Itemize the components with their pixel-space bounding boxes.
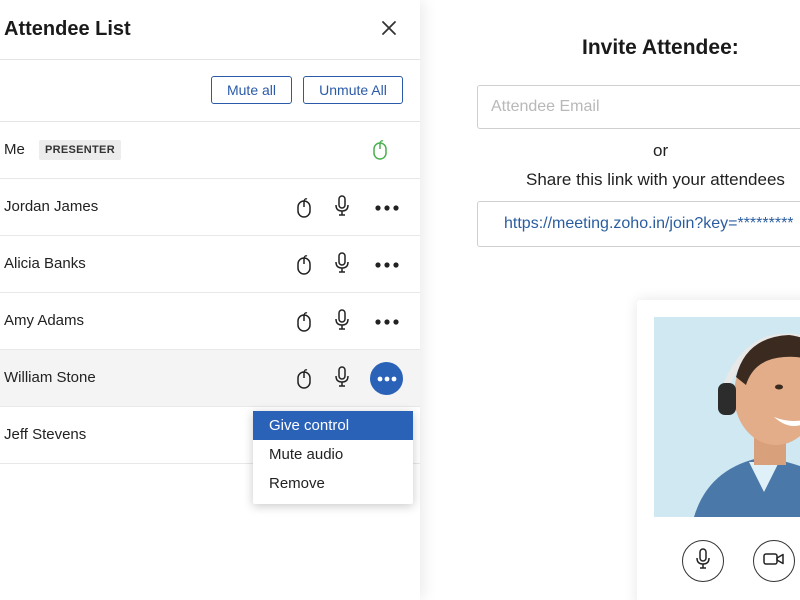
invite-title: Invite Attendee:	[582, 36, 739, 59]
attendee-row: William Stone	[0, 350, 420, 407]
panel-header: Attendee List	[0, 0, 420, 60]
more-options-icon[interactable]	[370, 362, 403, 395]
attendee-name: Jeff Stevens	[4, 426, 87, 443]
menu-item-remove[interactable]: Remove	[253, 469, 413, 498]
more-options-icon[interactable]	[370, 305, 403, 338]
toggle-mic-button[interactable]	[682, 540, 724, 582]
self-video-preview	[637, 300, 800, 600]
mic-icon[interactable]	[333, 365, 351, 389]
invite-section: Invite Attendee: or Share this link with…	[420, 0, 800, 600]
mouse-icon[interactable]	[295, 367, 313, 391]
mute-all-button[interactable]: Mute all	[211, 76, 292, 104]
bulk-actions-bar: Mute all Unmute All	[0, 60, 420, 122]
mouse-icon[interactable]	[295, 253, 313, 277]
share-link-label: Share this link with your attendees	[526, 170, 785, 189]
mic-icon[interactable]	[333, 308, 351, 332]
mic-icon[interactable]	[333, 251, 351, 275]
mic-icon	[695, 547, 711, 575]
toggle-camera-button[interactable]	[753, 540, 795, 582]
menu-item-mute-audio[interactable]: Mute audio	[253, 440, 413, 469]
mouse-icon[interactable]	[295, 310, 313, 334]
close-icon[interactable]	[378, 17, 400, 39]
attendee-name: Me	[4, 141, 25, 158]
attendee-context-menu: Give control Mute audio Remove	[253, 411, 413, 504]
panel-title: Attendee List	[4, 18, 131, 40]
attendee-name: Alicia Banks	[4, 255, 86, 272]
attendee-row: Amy Adams	[0, 293, 420, 350]
attendee-name: Amy Adams	[4, 312, 85, 329]
video-feed	[654, 317, 800, 517]
presenter-badge: PRESENTER	[39, 140, 121, 160]
mic-icon[interactable]	[333, 194, 351, 218]
or-separator: or	[653, 141, 669, 160]
unmute-all-button[interactable]: Unmute All	[303, 76, 403, 104]
more-options-icon[interactable]	[370, 248, 403, 281]
mouse-icon[interactable]	[295, 196, 313, 220]
menu-item-give-control[interactable]: Give control	[253, 411, 413, 440]
attendee-name: Jordan James	[4, 198, 99, 215]
attendee-list-panel: Attendee List Mute all Unmute All Me PRE…	[0, 0, 420, 600]
attendee-row: Jordan James	[0, 179, 420, 236]
meeting-link[interactable]: https://meeting.zoho.in/join?key=*******…	[504, 215, 794, 233]
attendee-row-me: Me PRESENTER	[0, 122, 420, 179]
attendee-name: William Stone	[4, 369, 96, 386]
attendee-email-input[interactable]	[477, 85, 800, 129]
more-options-icon[interactable]	[370, 191, 403, 224]
attendee-row: Alicia Banks	[0, 236, 420, 293]
camera-icon	[763, 552, 785, 571]
mouse-icon[interactable]	[371, 138, 389, 162]
meeting-link-box[interactable]: https://meeting.zoho.in/join?key=*******…	[477, 201, 800, 247]
